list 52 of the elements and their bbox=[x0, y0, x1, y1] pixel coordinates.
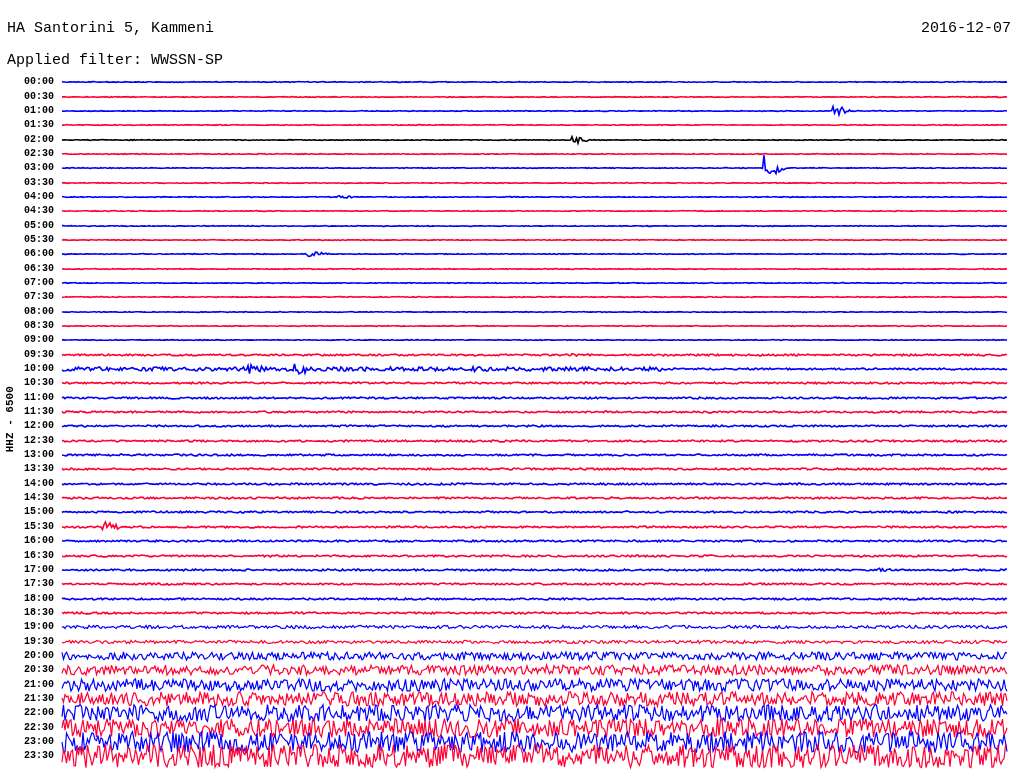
time-label: 11:00 bbox=[23, 392, 55, 403]
time-label: 22:00 bbox=[23, 708, 55, 719]
time-label: 17:30 bbox=[23, 579, 55, 590]
date-label: 2016-12-07 bbox=[921, 20, 1012, 38]
time-label: 21:00 bbox=[23, 679, 55, 690]
time-label: 06:30 bbox=[23, 263, 55, 274]
time-label: 12:30 bbox=[23, 435, 55, 446]
time-label: 16:00 bbox=[23, 536, 55, 547]
time-label: 23:30 bbox=[23, 751, 55, 762]
time-label: 01:00 bbox=[23, 105, 55, 116]
time-label: 11:30 bbox=[23, 407, 55, 418]
time-label: 07:30 bbox=[23, 292, 55, 303]
time-label: 07:00 bbox=[23, 278, 55, 288]
time-label: 16:30 bbox=[23, 550, 55, 561]
time-label: 21:30 bbox=[23, 693, 55, 704]
time-label: 17:00 bbox=[23, 564, 55, 575]
time-label: 18:00 bbox=[23, 593, 55, 604]
time-label: 19:30 bbox=[23, 636, 55, 647]
time-label: 20:30 bbox=[23, 665, 55, 676]
time-label: 19:00 bbox=[23, 622, 55, 633]
time-label: 08:30 bbox=[23, 321, 55, 331]
time-label: 13:30 bbox=[23, 464, 55, 475]
time-label: 05:00 bbox=[23, 220, 55, 231]
time-label: 10:30 bbox=[23, 378, 55, 389]
time-label: 09:30 bbox=[23, 349, 55, 360]
time-label: 03:00 bbox=[23, 163, 55, 174]
time-label: 10:00 bbox=[23, 364, 55, 375]
filter-label: Applied filter: WWSSN-SP bbox=[7, 52, 224, 69]
time-label: 15:30 bbox=[23, 521, 55, 532]
time-label: 02:30 bbox=[23, 148, 55, 159]
time-label: 18:30 bbox=[23, 607, 55, 618]
time-label: 12:00 bbox=[23, 421, 55, 432]
time-label: 05:30 bbox=[23, 234, 55, 245]
time-label: 22:30 bbox=[23, 722, 55, 733]
time-label: 01:30 bbox=[23, 120, 55, 131]
time-label: 04:00 bbox=[23, 191, 55, 202]
time-label: 13:00 bbox=[23, 450, 55, 461]
time-label: 14:30 bbox=[23, 493, 55, 504]
time-label: 23:00 bbox=[23, 737, 55, 747]
time-label: 04:30 bbox=[23, 206, 55, 217]
time-label: 14:00 bbox=[23, 478, 55, 489]
time-label: 00:30 bbox=[23, 91, 55, 102]
time-label: 06:00 bbox=[23, 249, 55, 260]
time-label: 00:00 bbox=[23, 77, 55, 88]
time-label: 02:00 bbox=[23, 134, 55, 145]
time-label: 09:00 bbox=[23, 335, 55, 346]
axis-label: HHZ - 6500 bbox=[2, 386, 17, 453]
time-label: 03:30 bbox=[23, 177, 55, 188]
time-label: 20:00 bbox=[23, 650, 55, 661]
time-label: 08:00 bbox=[23, 306, 55, 317]
time-label: 15:00 bbox=[23, 507, 55, 518]
station-title: HA Santorini 5, Kammeni bbox=[7, 20, 215, 38]
